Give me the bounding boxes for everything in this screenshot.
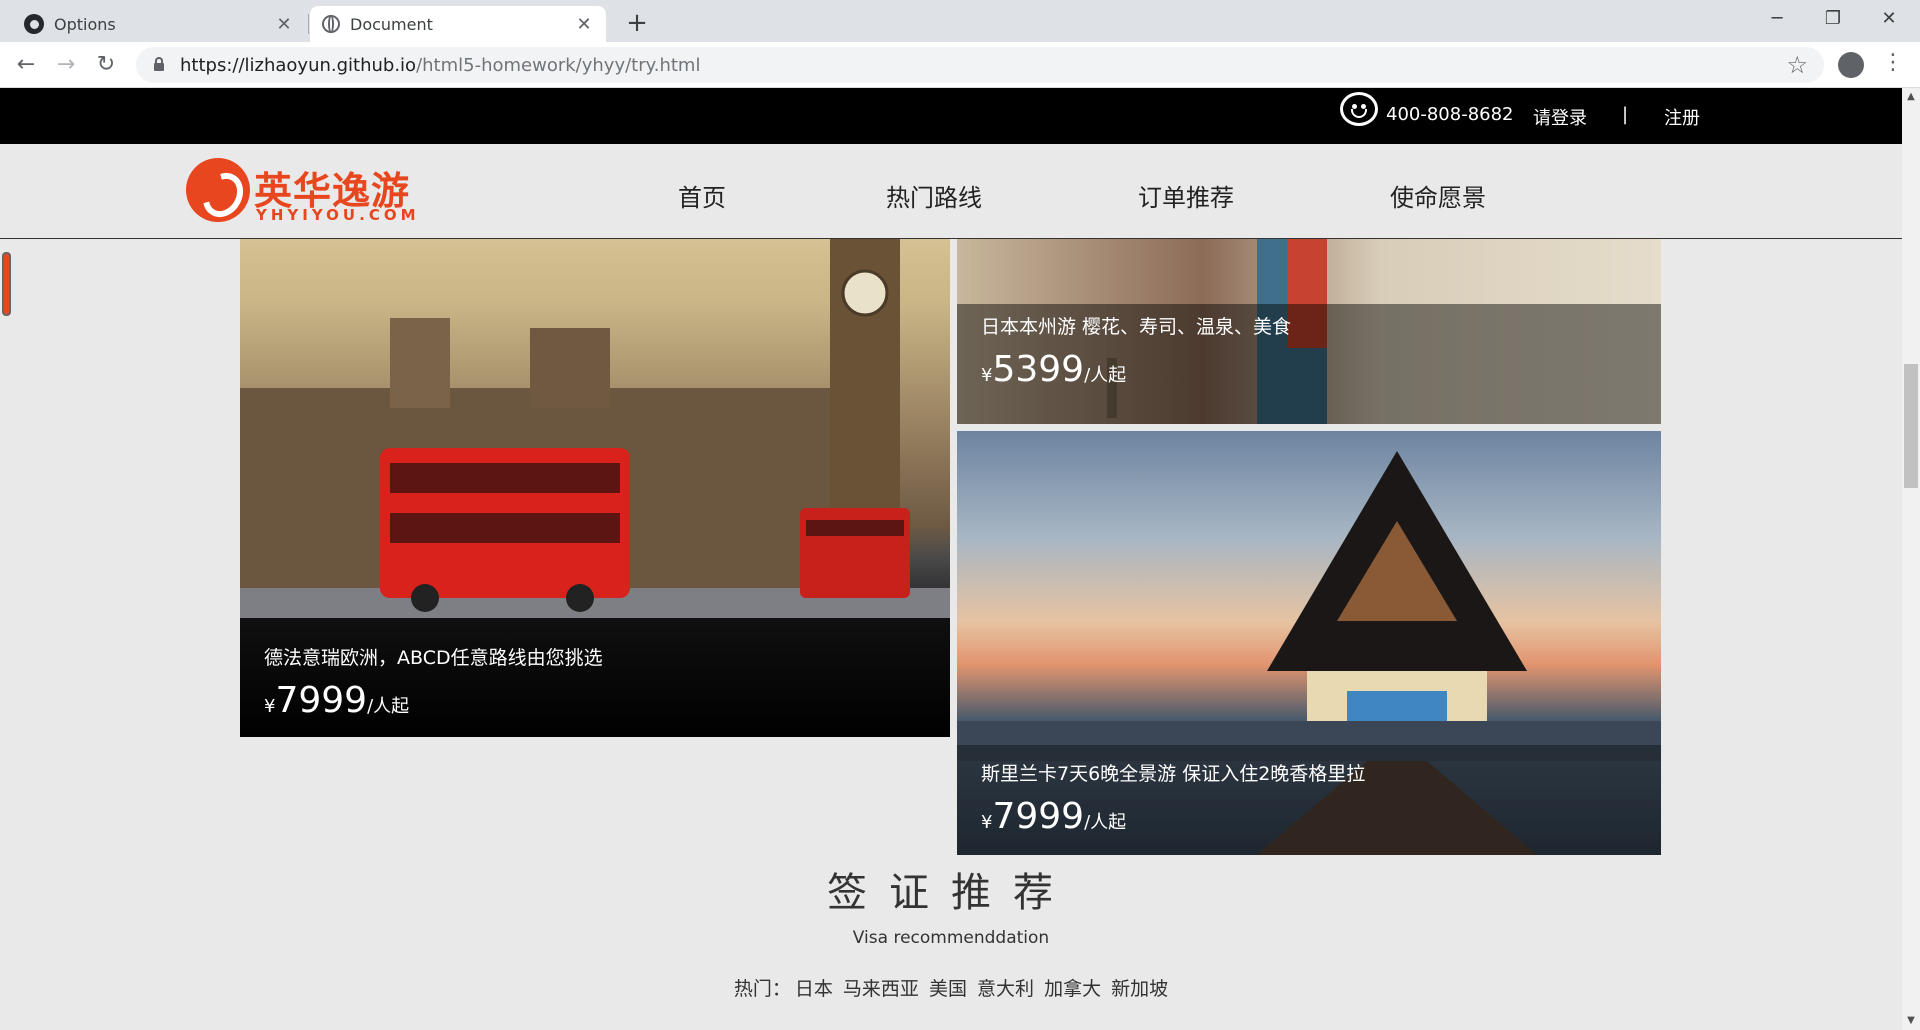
- country-link[interactable]: 美国: [929, 978, 967, 1000]
- back-button[interactable]: ←: [10, 49, 42, 81]
- card-srilanka[interactable]: 斯里兰卡7天6晚全景游 保证入住2晚香格里拉 ¥7999/人起: [957, 431, 1661, 855]
- price-unit: /人起: [1084, 365, 1127, 386]
- price-value: 5399: [992, 349, 1085, 390]
- minimize-button[interactable]: ─: [1754, 4, 1800, 34]
- card-europe[interactable]: 德法意瑞欧洲，ABCD任意路线由您挑选 ¥7999/人起: [240, 208, 950, 737]
- price-unit: /人起: [1084, 812, 1127, 833]
- card-caption: 日本本州游 樱花、寿司、温泉、美食 ¥5399/人起: [957, 304, 1661, 424]
- nav-order-recommend[interactable]: 订单推荐: [1138, 178, 1234, 213]
- scroll-down-arrow-icon[interactable]: ▼: [1902, 1012, 1920, 1030]
- new-tab-button[interactable]: +: [622, 8, 652, 38]
- scroll-up-arrow-icon[interactable]: ▲: [1902, 88, 1920, 106]
- url-path: /html5-homework/yhyy/try.html: [416, 54, 701, 76]
- scroll-thumb[interactable]: [1904, 364, 1918, 488]
- currency-symbol: ¥: [981, 812, 993, 833]
- forward-button[interactable]: →: [50, 49, 82, 81]
- tab-title: Document: [350, 14, 433, 34]
- nav-home[interactable]: 首页: [678, 178, 726, 213]
- card-caption: 德法意瑞欧洲，ABCD任意路线由您挑选 ¥7999/人起: [240, 627, 950, 737]
- card-price: ¥7999/人起: [981, 796, 1661, 837]
- logo-mark-icon: [186, 158, 250, 222]
- card-title: 德法意瑞欧洲，ABCD任意路线由您挑选: [264, 647, 603, 669]
- country-link[interactable]: 加拿大: [1044, 978, 1101, 1000]
- smiley-icon: [1340, 92, 1378, 126]
- logo-text-en: YHYIYOU.COM: [256, 206, 420, 224]
- top-info-bar: 400-808-8682 请登录 | 注册: [0, 88, 1902, 144]
- close-window-button[interactable]: ✕: [1866, 4, 1912, 34]
- profile-icon[interactable]: [1838, 52, 1864, 78]
- tab-title: Options: [54, 14, 116, 34]
- visa-section-subtitle: Visa recommenddation: [852, 928, 1050, 948]
- lock-icon: [154, 57, 164, 71]
- url-host: https://lizhaoyun.github.io: [180, 54, 417, 76]
- price-unit: /人起: [367, 696, 410, 717]
- browser-toolbar: ← → ↻ https://lizhaoyun.github.io/html5-…: [0, 42, 1920, 88]
- side-scroll-tab[interactable]: [2, 252, 11, 316]
- browser-tab-document[interactable]: Document ✕: [310, 6, 606, 42]
- card-price: ¥5399/人起: [981, 349, 1661, 390]
- hot-label: 热门：: [733, 978, 791, 1000]
- price-value: 7999: [992, 796, 1085, 837]
- page-viewport: 德法意瑞欧洲，ABCD任意路线由您挑选 ¥7999/人起 日本本州游 樱花、寿司…: [0, 88, 1902, 1030]
- globe-icon: [322, 15, 340, 33]
- phone-number: 400-808-8682: [1386, 104, 1514, 125]
- price-value: 7999: [275, 680, 368, 721]
- visa-section-title: 签证推荐: [827, 870, 1075, 916]
- london-image: [240, 208, 950, 618]
- register-link[interactable]: 注册: [1664, 104, 1700, 130]
- divider: |: [1622, 104, 1629, 125]
- country-link[interactable]: 日本: [795, 978, 833, 1000]
- close-icon[interactable]: ✕: [574, 14, 594, 35]
- login-link[interactable]: 请登录: [1533, 104, 1587, 130]
- url-text[interactable]: https://lizhaoyun.github.io/html5-homewo…: [180, 55, 700, 76]
- browser-tab-options[interactable]: Options ✕: [12, 6, 306, 42]
- site-logo[interactable]: 英华逸游 YHYIYOU.COM: [186, 156, 416, 226]
- tab-separator: [308, 14, 309, 34]
- country-link[interactable]: 新加坡: [1111, 978, 1168, 1000]
- card-title: 日本本州游 樱花、寿司、温泉、美食: [981, 316, 1292, 338]
- currency-symbol: ¥: [981, 365, 993, 386]
- browser-tabbar: Options ✕ Document ✕ + ─ ❐ ✕: [0, 0, 1920, 42]
- nav-mission[interactable]: 使命愿景: [1390, 178, 1486, 213]
- card-title: 斯里兰卡7天6晚全景游 保证入住2晚香格里拉: [981, 763, 1366, 785]
- card-japan[interactable]: 日本本州游 樱花、寿司、温泉、美食 ¥5399/人起: [957, 208, 1661, 424]
- address-bar[interactable]: https://lizhaoyun.github.io/html5-homewo…: [136, 47, 1824, 83]
- country-link[interactable]: 马来西亚: [843, 978, 919, 1000]
- close-icon[interactable]: ✕: [274, 14, 294, 35]
- github-icon: [24, 14, 44, 34]
- country-link[interactable]: 意大利: [977, 978, 1034, 1000]
- restore-button[interactable]: ❐: [1810, 4, 1856, 34]
- reload-button[interactable]: ↻: [90, 49, 122, 81]
- card-price: ¥7999/人起: [264, 680, 950, 721]
- visa-hot-countries: 热门： 日本 马来西亚 美国 意大利 加拿大 新加坡: [0, 974, 1902, 1001]
- currency-symbol: ¥: [264, 696, 276, 717]
- nav-hot-routes[interactable]: 热门路线: [886, 178, 982, 213]
- more-menu-icon[interactable]: ⋮: [1882, 50, 1904, 75]
- site-header: 英华逸游 YHYIYOU.COM 首页 热门路线 订单推荐 使命愿景: [0, 144, 1902, 239]
- card-caption: 斯里兰卡7天6晚全景游 保证入住2晚香格里拉 ¥7999/人起: [957, 745, 1661, 855]
- bookmark-star-icon[interactable]: ☆: [1786, 51, 1808, 79]
- page-scrollbar[interactable]: ▲ ▼: [1902, 88, 1920, 1030]
